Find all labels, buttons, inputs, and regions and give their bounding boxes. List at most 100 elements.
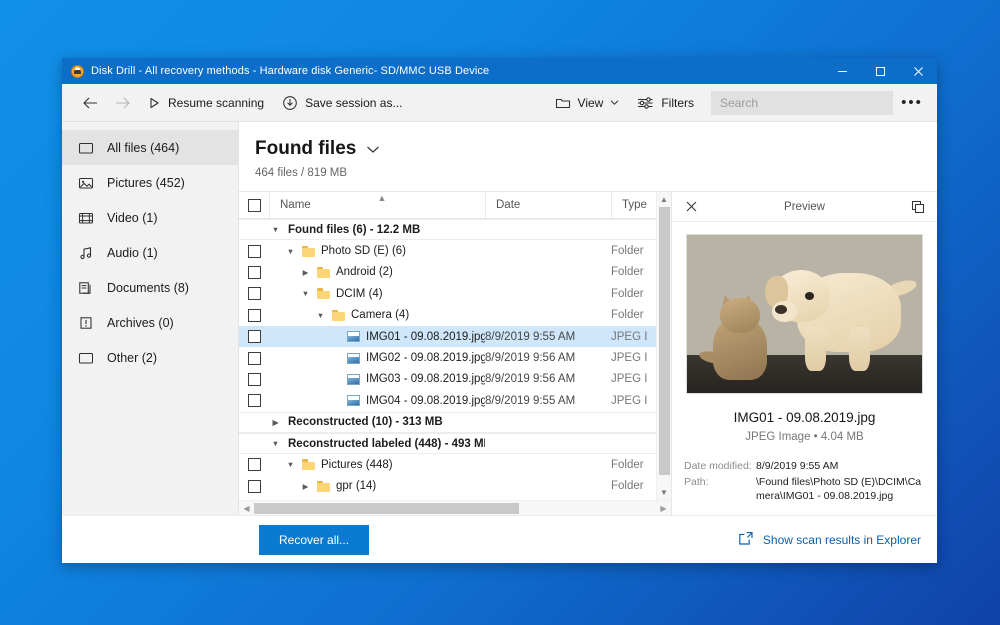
file-rows: ▼ Found files (6) - 12.2 MB ▼Photo SD (E) … [239, 219, 671, 515]
horizontal-scrollbar[interactable]: ◀ ▶ [239, 500, 671, 515]
preview-details: Date modified: 8/9/2019 9:55 AM Path: \F… [684, 459, 925, 505]
footer-bar: Recover all... Show scan results in Expl… [62, 515, 937, 563]
table-row[interactable]: ▶Android (2)Folder [239, 262, 671, 283]
sidebar-item-video[interactable]: Video (1) [62, 200, 238, 235]
found-files-dropdown[interactable]: Found files [255, 138, 937, 160]
video-icon [78, 210, 94, 226]
twisty-expanded-icon[interactable]: ▼ [269, 225, 282, 234]
maximize-button[interactable] [861, 58, 899, 84]
minimize-button[interactable] [823, 58, 861, 84]
recover-all-button[interactable]: Recover all... [259, 525, 369, 555]
select-all-checkbox[interactable] [239, 192, 269, 218]
twisty-collapsed-icon[interactable]: ▶ [299, 482, 312, 491]
puppy-leg-back [849, 327, 870, 371]
column-header-date[interactable]: Date [485, 192, 611, 218]
back-button[interactable] [74, 88, 106, 118]
row-checkbox[interactable] [239, 266, 269, 279]
resume-scanning-button[interactable]: Resume scanning [138, 88, 273, 118]
folder-icon [332, 310, 345, 321]
row-date-cell: 8/9/2019 9:56 AM [485, 373, 611, 385]
vertical-scroll-thumb[interactable] [659, 207, 670, 475]
row-checkbox[interactable] [239, 309, 269, 322]
vertical-scrollbar[interactable]: ▲ ▼ [656, 192, 671, 500]
filters-label: Filters [661, 96, 694, 110]
table-row[interactable]: IMG02 - 09.08.2019.jpg8/9/2019 9:56 AMJP… [239, 347, 671, 368]
sidebar-item-label: Audio (1) [107, 246, 158, 260]
twisty-collapsed-icon[interactable]: ▶ [269, 418, 282, 427]
close-button[interactable] [899, 58, 937, 84]
show-in-explorer-link[interactable]: Show scan results in Explorer [738, 531, 921, 549]
table-row[interactable]: IMG01 - 09.08.2019.jpg8/9/2019 9:55 AMJP… [239, 326, 671, 347]
preview-detail-value: 8/9/2019 9:55 AM [756, 459, 925, 473]
row-name-cell: IMG02 - 09.08.2019.jpg [269, 352, 485, 364]
twisty-expanded-icon[interactable]: ▼ [284, 460, 297, 469]
sidebar-item-archives[interactable]: Archives (0) [62, 305, 238, 340]
row-name-cell: IMG04 - 09.08.2019.jpg [269, 395, 485, 407]
row-checkbox[interactable] [239, 287, 269, 300]
row-name-cell: ▶ Android (2) [269, 266, 485, 278]
scroll-left-arrow-icon[interactable]: ◀ [239, 504, 254, 513]
checkbox-box [248, 480, 261, 493]
checkbox-box [248, 330, 261, 343]
row-name-label: Found files (6) - 12.2 MB [288, 224, 420, 236]
column-header-name[interactable]: Name ▲ [269, 192, 485, 218]
column-header-date-label: Date [496, 199, 520, 211]
sidebar-item-all-files[interactable]: All files (464) [62, 130, 238, 165]
table-row[interactable]: ▼DCIM (4)Folder [239, 283, 671, 304]
row-checkbox[interactable] [239, 352, 269, 365]
search-input[interactable]: Search [711, 91, 893, 115]
table-row[interactable]: ▶gpr (14)Folder [239, 476, 671, 497]
more-options-button[interactable]: ••• [895, 88, 929, 118]
filters-sliders-icon [637, 96, 654, 110]
table-group-row[interactable]: ▼Reconstructed labeled (448) - 493 MB [239, 433, 671, 454]
window-body: All files (464) Pictures (452) [62, 122, 937, 515]
checkbox-box [248, 394, 261, 407]
row-name-label: Android (2) [336, 266, 393, 278]
caret-up-icon: ▲ [378, 193, 387, 203]
horizontal-scroll-thumb[interactable] [254, 503, 519, 514]
row-checkbox[interactable] [239, 394, 269, 407]
checkbox-box [248, 352, 261, 365]
table-group-row[interactable]: ▶Reconstructed (10) - 313 MB [239, 412, 671, 433]
twisty-expanded-icon[interactable]: ▼ [284, 247, 297, 256]
table-group-row[interactable]: ▼ Found files (6) - 12.2 MB [239, 219, 671, 240]
row-checkbox[interactable] [239, 458, 269, 471]
search-placeholder: Search [720, 96, 758, 110]
page-title: Found files [255, 138, 356, 160]
table-row[interactable]: IMG03 - 09.08.2019.jpg8/9/2019 9:56 AMJP… [239, 369, 671, 390]
scroll-right-arrow-icon[interactable]: ▶ [656, 504, 671, 513]
folder-icon [317, 267, 330, 278]
row-checkbox[interactable] [239, 480, 269, 493]
row-checkbox[interactable] [239, 330, 269, 343]
popout-icon[interactable] [909, 200, 927, 214]
table-row[interactable]: IMG04 - 09.08.2019.jpg8/9/2019 9:55 AMJP… [239, 390, 671, 411]
forward-button[interactable] [106, 88, 138, 118]
table-row[interactable]: ▼Pictures (448)Folder [239, 454, 671, 475]
audio-icon [78, 245, 94, 261]
table-row[interactable]: ▼Photo SD (E) (6)Folder [239, 240, 671, 261]
disk-drill-icon [71, 65, 84, 78]
sidebar-item-documents[interactable]: Documents (8) [62, 270, 238, 305]
close-icon[interactable] [682, 201, 700, 212]
row-name-label: Camera (4) [351, 309, 409, 321]
scroll-up-arrow-icon[interactable]: ▲ [657, 192, 671, 207]
row-name-label: gpr (14) [336, 480, 376, 492]
back-arrow-icon [82, 96, 99, 110]
row-checkbox[interactable] [239, 373, 269, 386]
view-button[interactable]: View [546, 88, 629, 118]
twisty-collapsed-icon[interactable]: ▶ [299, 268, 312, 277]
save-session-button[interactable]: Save session as... [273, 88, 411, 118]
preview-image[interactable] [686, 234, 923, 394]
sidebar-item-pictures[interactable]: Pictures (452) [62, 165, 238, 200]
twisty-expanded-icon[interactable]: ▼ [269, 439, 282, 448]
sidebar-item-audio[interactable]: Audio (1) [62, 235, 238, 270]
filters-button[interactable]: Filters [628, 88, 703, 118]
sidebar-item-other[interactable]: Other (2) [62, 340, 238, 375]
files-icon [78, 140, 94, 156]
scroll-down-arrow-icon[interactable]: ▼ [657, 485, 671, 500]
row-checkbox[interactable] [239, 245, 269, 258]
twisty-expanded-icon[interactable]: ▼ [299, 289, 312, 298]
preview-detail-label: Path: [684, 475, 756, 503]
table-row[interactable]: ▼Camera (4)Folder [239, 305, 671, 326]
twisty-expanded-icon[interactable]: ▼ [314, 311, 327, 320]
